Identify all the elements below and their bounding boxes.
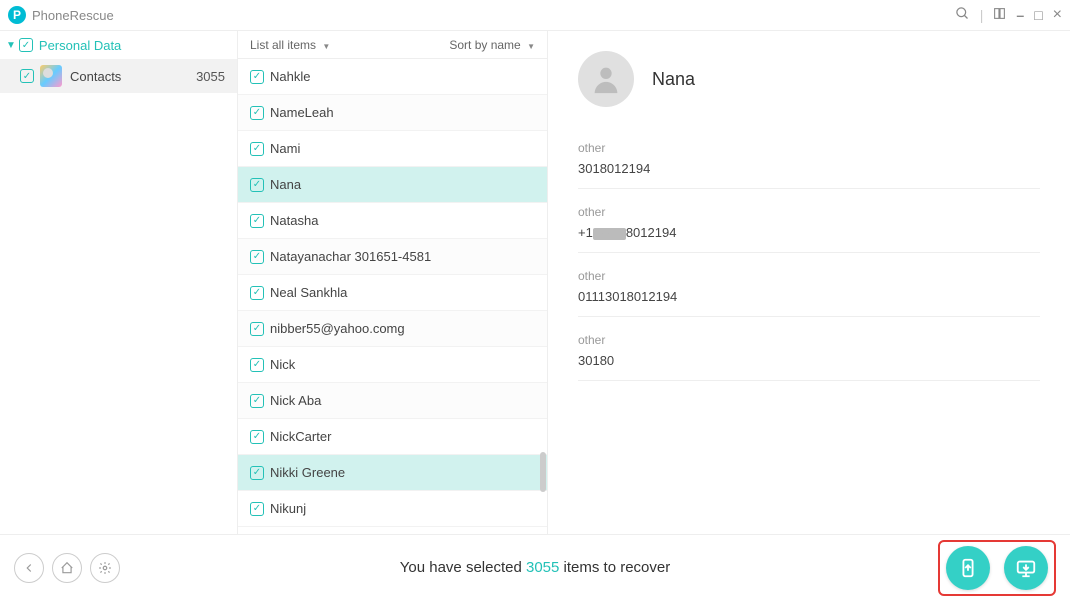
checkbox-icon[interactable]: ✓ (250, 70, 264, 84)
checkbox-icon[interactable]: ✓ (250, 358, 264, 372)
summary-prefix: You have selected (400, 559, 526, 576)
contacts-list-column: List all items ▼ Sort by name ▼ ✓Nahkle✓… (238, 31, 548, 534)
checkbox-icon[interactable]: ✓ (20, 69, 34, 83)
back-button[interactable] (14, 553, 44, 583)
contact-name: Nick Aba (270, 393, 321, 408)
checkbox-icon[interactable]: ✓ (250, 142, 264, 156)
avatar (578, 51, 634, 107)
detail-field: other 30180 (578, 325, 1040, 381)
contact-name: Nana (652, 69, 695, 90)
list-item[interactable]: ✓ Nahkle (238, 59, 547, 95)
checkbox-icon[interactable]: ✓ (250, 286, 264, 300)
recovery-actions-highlighted (938, 540, 1056, 596)
sidebar: ▼ ✓ Personal Data ✓ Contacts 3055 (0, 31, 238, 534)
list-item[interactable]: ✓ nibber55@yahoo.comg (238, 311, 547, 347)
sidebar-item-count: 3055 (196, 69, 225, 84)
detail-field: other 3018012194 (578, 133, 1040, 189)
recover-to-computer-button[interactable] (1004, 546, 1048, 590)
app-title: PhoneRescue (32, 8, 114, 23)
selection-summary: You have selected 3055 items to recover (400, 559, 670, 576)
contact-name: Natasha (270, 213, 318, 228)
contact-name: Nami (270, 141, 300, 156)
sidebar-item-label: Contacts (70, 69, 121, 84)
filter-label: List all items (250, 38, 316, 52)
field-value: 30180 (578, 353, 1040, 368)
detail-field: other 01113018012194 (578, 261, 1040, 317)
divider: | (980, 7, 984, 23)
chevron-down-icon: ▼ (322, 42, 330, 51)
contact-name: Nana (270, 177, 301, 192)
list-item[interactable]: ✓ Nana (238, 167, 547, 203)
search-icon[interactable] (955, 6, 970, 24)
list-item[interactable]: ✓ Natasha (238, 203, 547, 239)
list-item[interactable]: ✓ NickCarter (238, 419, 547, 455)
detail-header: Nana (578, 51, 1040, 107)
field-label: other (578, 269, 1040, 283)
contact-name: NickCarter (270, 429, 331, 444)
summary-count: 3055 (526, 559, 559, 576)
app-logo-icon: P (8, 6, 26, 24)
contacts-list[interactable]: ✓ Nahkle ✓ NameLeah ✓ Nami ✓ Nana ✓ Natasha ✓ Natay… (238, 59, 547, 534)
list-item[interactable]: ✓ Nick Aba (238, 383, 547, 419)
field-value: +1···8012194 (578, 225, 1040, 240)
field-value: 01113018012194 (578, 289, 1040, 304)
tree-root-personal-data[interactable]: ▼ ✓ Personal Data (0, 31, 237, 59)
maximize-button[interactable]: □ (1034, 7, 1042, 23)
field-label: other (578, 141, 1040, 155)
chevron-down-icon: ▼ (6, 40, 16, 51)
detail-field: other +1···8012194 (578, 197, 1040, 253)
sidebar-item-contacts[interactable]: ✓ Contacts 3055 (0, 59, 237, 93)
checkbox-icon[interactable]: ✓ (250, 106, 264, 120)
field-label: other (578, 333, 1040, 347)
tree-root-label: Personal Data (39, 38, 121, 53)
list-item[interactable]: ✓ Nikki Greene (238, 455, 547, 491)
contact-name: Neal Sankhla (270, 285, 347, 300)
checkbox-icon[interactable]: ✓ (250, 178, 264, 192)
list-item[interactable]: ✓ Nikunj (238, 491, 547, 527)
contacts-icon (40, 65, 62, 87)
checkbox-icon[interactable]: ✓ (250, 394, 264, 408)
close-button[interactable]: × (1053, 6, 1062, 24)
contact-name: Nahkle (270, 69, 310, 84)
contact-detail-panel: Nana other3018012194other+1···8012194oth… (548, 31, 1070, 534)
list-item[interactable]: ✓ Neal Sankhla (238, 275, 547, 311)
minimize-button[interactable]: – (1016, 7, 1024, 23)
contact-name: NameLeah (270, 105, 334, 120)
contact-name: Nikunj (270, 501, 306, 516)
sort-dropdown[interactable]: Sort by name ▼ (449, 38, 535, 52)
checkbox-icon[interactable]: ✓ (250, 322, 264, 336)
checkbox-icon[interactable]: ✓ (250, 502, 264, 516)
checkbox-icon[interactable]: ✓ (250, 466, 264, 480)
contact-name: Nikki Greene (270, 465, 345, 480)
contact-name: nibber55@yahoo.comg (270, 321, 405, 336)
sort-label: Sort by name (449, 38, 520, 52)
settings-button[interactable] (90, 553, 120, 583)
field-label: other (578, 205, 1040, 219)
checkbox-icon[interactable]: ✓ (250, 214, 264, 228)
field-value: 3018012194 (578, 161, 1040, 176)
titlebar: P PhoneRescue | – □ × (0, 0, 1070, 30)
checkbox-icon[interactable]: ✓ (250, 250, 264, 264)
footer: You have selected 3055 items to recover (0, 534, 1070, 600)
contact-name: Nick (270, 357, 295, 372)
main-content: ▼ ✓ Personal Data ✓ Contacts 3055 List a… (0, 30, 1070, 534)
tabs-icon[interactable] (993, 7, 1006, 23)
checkbox-icon[interactable]: ✓ (250, 430, 264, 444)
list-header: List all items ▼ Sort by name ▼ (238, 31, 547, 59)
list-item[interactable]: ✓ Natayanachar 301651-4581 (238, 239, 547, 275)
contact-name: Natayanachar 301651-4581 (270, 249, 431, 264)
chevron-down-icon: ▼ (527, 42, 535, 51)
list-item[interactable]: ✓ Nick (238, 347, 547, 383)
list-item[interactable]: ✓ Nami (238, 131, 547, 167)
scrollbar-thumb[interactable] (540, 452, 546, 492)
checkbox-icon[interactable]: ✓ (19, 38, 33, 52)
recover-to-device-button[interactable] (946, 546, 990, 590)
home-button[interactable] (52, 553, 82, 583)
list-item[interactable]: ✓ NameLeah (238, 95, 547, 131)
summary-suffix: items to recover (559, 559, 670, 576)
filter-dropdown[interactable]: List all items ▼ (250, 38, 330, 52)
